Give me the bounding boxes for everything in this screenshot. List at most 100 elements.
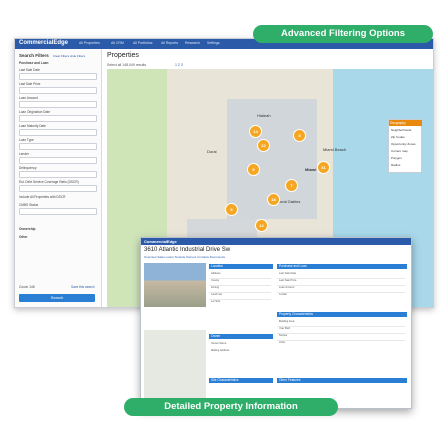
map-cluster-marker[interactable]: 12 — [255, 219, 268, 232]
app-logo[interactable]: CommercialEdge — [19, 40, 68, 46]
detail-field-label: Year Built — [279, 327, 291, 330]
map-label: Miami — [305, 167, 317, 172]
property-photo[interactable] — [144, 263, 206, 307]
results-summary: Select all 148,049 results — [107, 63, 147, 67]
filter-label: Loan Origination Date — [19, 110, 51, 114]
detail-field-label: Lot Size — [211, 300, 221, 303]
nav-item-reports[interactable]: All Reports — [161, 41, 178, 45]
detail-field-label: Last Sale Date — [279, 272, 297, 275]
section-header: Other Features — [277, 378, 407, 383]
filter-label: Last Sale Price — [19, 82, 41, 86]
row-divider — [277, 278, 405, 279]
map-cluster-marker[interactable]: 31 — [317, 161, 330, 174]
detail-field-label: Building Area — [279, 320, 295, 323]
detail-field-label: Lender — [279, 293, 288, 296]
detail-field-label: Land Use — [211, 293, 223, 296]
save-search-link[interactable]: Save this search — [71, 285, 95, 289]
section-header: Site Characteristics — [209, 378, 273, 383]
detail-field-label: Owner Name — [211, 342, 227, 345]
map-label: Doral — [207, 149, 217, 154]
dropdown-item[interactable]: Opportunity Zones — [391, 142, 416, 146]
detail-tabs[interactable]: Overview Sales Loans Tenants Owners Cont… — [144, 255, 225, 259]
dropdown-item[interactable]: Polygon — [391, 156, 402, 160]
row-divider — [277, 292, 405, 293]
ownership-section[interactable]: Ownership — [19, 227, 35, 231]
result-count: Count: 146 — [19, 285, 35, 289]
filter-label: Delinquency — [19, 166, 37, 170]
other-section[interactable]: Other — [19, 235, 28, 239]
filter-label: Last Sale Date — [19, 68, 40, 72]
lender-field[interactable] — [19, 157, 97, 164]
last-sale-date-field[interactable] — [19, 73, 97, 80]
loan-type-select[interactable] — [19, 143, 97, 150]
section-header: Owner — [209, 334, 273, 339]
nav-item-settings[interactable]: Settings — [207, 41, 220, 45]
detail-field-label: Last Sale Price — [279, 279, 297, 282]
dscr-checkbox-label[interactable]: Include All Properties with DSCR — [19, 195, 65, 199]
detailed-property-banner: Detailed Property Information — [124, 398, 338, 416]
last-sale-price-field[interactable] — [19, 87, 97, 94]
dropdown-item[interactable]: Zip Codes — [391, 135, 405, 139]
geography-dropdown[interactable]: Geography Neighborhoods Zip Codes Opport… — [388, 119, 422, 173]
cmbs-status-select[interactable] — [19, 208, 97, 215]
nav-item-properties[interactable]: All Properties — [79, 41, 100, 45]
property-detail-window: CommercialEdge 3610 Atlantic Industrial … — [140, 237, 412, 409]
detail-logo[interactable]: CommercialEdge — [144, 239, 177, 244]
map-cluster-marker[interactable]: 14 — [249, 125, 262, 138]
loan-origination-field[interactable] — [19, 115, 97, 122]
map-label: Hialeah — [257, 113, 271, 118]
property-location-map[interactable] — [144, 330, 206, 406]
nav-item-portfolios[interactable]: All Portfolios — [133, 41, 152, 45]
sidebar-title: Search Filters — [19, 53, 49, 58]
detail-field-label: County — [211, 279, 220, 282]
detail-field-label: Zoning — [211, 286, 219, 289]
row-divider — [277, 326, 405, 327]
pagination[interactable]: 1 2 3 — [175, 63, 183, 67]
map-cluster-marker[interactable]: 18 — [267, 193, 280, 206]
nav-item-crm[interactable]: All CRM — [111, 41, 124, 45]
detail-top-bar — [141, 238, 411, 245]
row-divider — [209, 292, 271, 293]
map-label: Coral Gables — [277, 199, 301, 204]
search-button[interactable]: Search — [19, 294, 95, 302]
filter-label: Est. Debt Service Coverage Ratio (DSCR) — [19, 180, 79, 184]
detail-field-label: Loan Amount — [279, 286, 295, 289]
filter-label: CMBS Status — [19, 203, 39, 207]
dropdown-header[interactable]: Geography — [389, 120, 422, 126]
page-title: Properties — [107, 52, 139, 59]
nav-item-research[interactable]: Research — [185, 41, 200, 45]
section-header: Property Characteristics — [277, 312, 407, 317]
delinquency-select[interactable] — [19, 171, 97, 178]
row-divider — [209, 299, 271, 300]
row-divider — [209, 278, 271, 279]
map-cluster-marker[interactable]: 22 — [257, 139, 270, 152]
row-divider — [277, 285, 405, 286]
loan-amount-field[interactable] — [19, 101, 97, 108]
detail-field-label: Mailing Address — [211, 349, 230, 352]
filter-label: Lender — [19, 152, 29, 156]
filter-sidebar: Search Filters Clear Filters Hide Filter… — [15, 49, 102, 307]
filter-label: Loan Amount — [19, 96, 38, 100]
loan-maturity-field[interactable] — [19, 129, 97, 136]
filter-label: Loan Maturity Date — [19, 124, 46, 128]
detail-field-label: Stories — [279, 334, 288, 337]
detail-field-label: Units — [279, 341, 285, 344]
map-label: Miami Beach — [323, 147, 347, 152]
dropdown-item[interactable]: Current map — [391, 149, 408, 153]
filter-label: Purchase and Loan — [19, 61, 49, 65]
row-divider — [277, 340, 405, 341]
dropdown-item[interactable]: Neighborhoods — [391, 128, 411, 132]
row-divider — [277, 333, 405, 334]
map-cluster-marker[interactable]: 7 — [285, 179, 298, 192]
advanced-filtering-banner: Advanced Filtering Options — [253, 25, 433, 43]
filter-label: Loan Type — [19, 138, 34, 142]
section-header: Location — [209, 264, 273, 269]
detail-field-label: Address — [211, 272, 221, 275]
map-cluster-marker[interactable]: 3 — [293, 129, 306, 142]
dscr-field[interactable] — [19, 185, 97, 192]
property-title: 3610 Atlantic Industrial Drive Sw — [144, 247, 231, 253]
dropdown-item[interactable]: Radius — [391, 163, 400, 167]
sidebar-links[interactable]: Clear Filters Hide Filters — [53, 54, 85, 58]
map-cluster-marker[interactable]: 5 — [225, 203, 238, 216]
map-cluster-marker[interactable]: 9 — [247, 163, 260, 176]
